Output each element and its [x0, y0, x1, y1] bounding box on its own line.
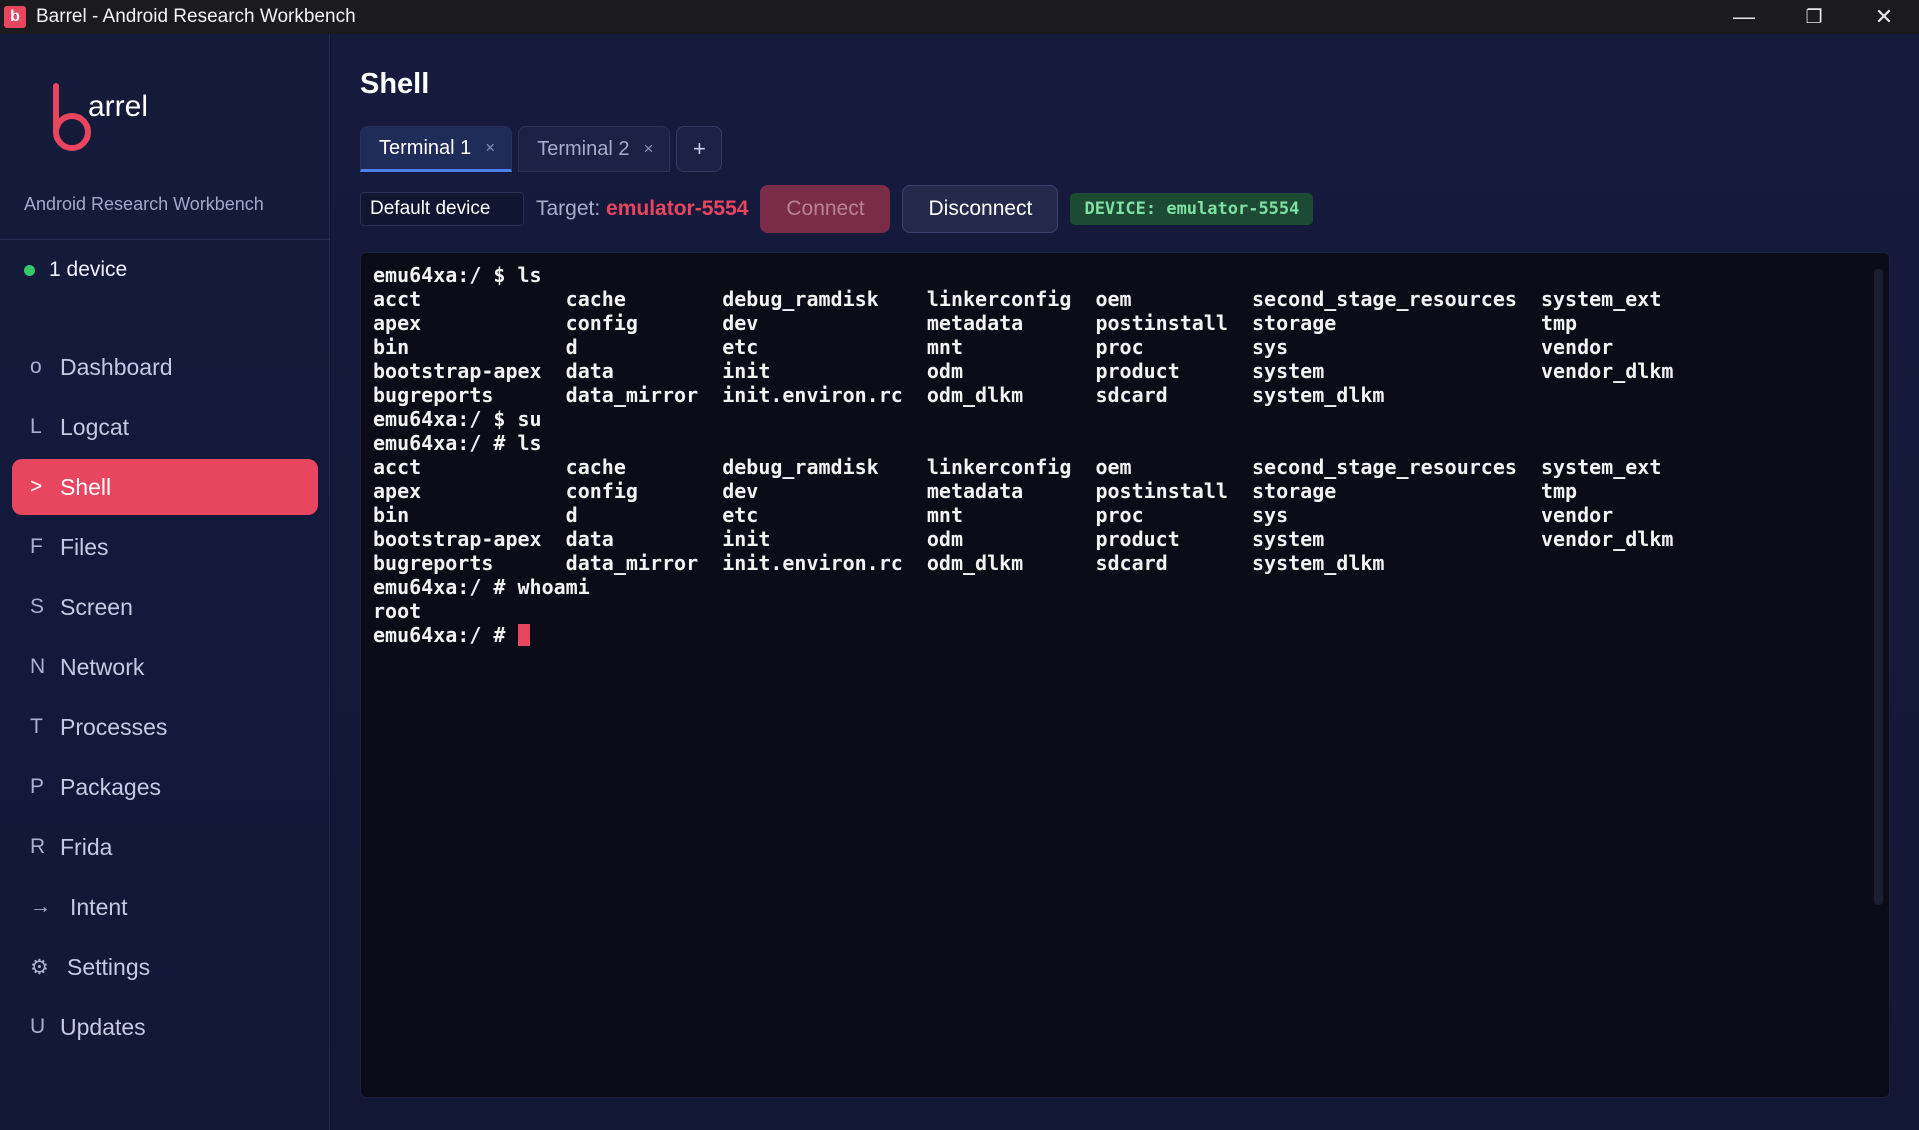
terminal-line: apex config dev metadata postinstall sto… [373, 311, 1578, 335]
sidebar-item-processes[interactable]: T Processes [12, 699, 318, 755]
gear-icon: ⚙ [30, 955, 49, 979]
sidebar-item-label: Shell [60, 473, 112, 500]
terminal-output[interactable]: emu64xa:/ $ ls acct cache debug_ramdisk l… [360, 252, 1890, 1098]
disconnect-button[interactable]: Disconnect [902, 185, 1059, 233]
terminal-line: emu64xa:/ # whoami [373, 575, 590, 599]
barrel-logo: arrel [53, 83, 148, 151]
sidebar-item-intent[interactable]: → Intent [12, 879, 318, 935]
window-title: Barrel - Android Research Workbench [36, 6, 356, 27]
terminal-cursor [517, 624, 530, 646]
terminal-line: acct cache debug_ramdisk linkerconfig oe… [373, 287, 1662, 311]
title-bar: b Barrel - Android Research Workbench — … [0, 0, 1919, 34]
main-content: Shell Terminal 1 × Terminal 2 × + Defaul… [331, 34, 1919, 1130]
window-controls: — ❐ ✕ [1709, 0, 1919, 34]
device-select[interactable]: Default device [360, 192, 524, 226]
target-prefix: Target: [536, 197, 601, 220]
tab-label: Terminal 1 [379, 136, 472, 159]
logcat-icon: L [30, 415, 42, 438]
sidebar-item-logcat[interactable]: L Logcat [12, 399, 318, 455]
sidebar-item-label: Processes [60, 713, 168, 740]
sidebar-nav: o Dashboard L Logcat > Shell F Files S Screen… [12, 339, 318, 1059]
tab-terminal-2[interactable]: Terminal 2 × [518, 126, 671, 172]
terminal-text: emu64xa:/ $ ls acct cache debug_ramdisk l… [373, 263, 1673, 647]
terminal-line: apex config dev metadata postinstall sto… [373, 479, 1578, 503]
page-title: Shell [360, 68, 430, 100]
terminal-line: bin d etc mnt proc sys vendor [373, 335, 1614, 359]
sidebar-item-files[interactable]: F Files [12, 519, 318, 575]
terminal-scrollbar[interactable] [1874, 269, 1883, 905]
terminal-line: emu64xa:/ $ ls [373, 263, 542, 287]
screen-icon: S [30, 595, 45, 618]
terminal-prompt: emu64xa:/ # [373, 623, 518, 647]
terminal-line: emu64xa:/ # ls [373, 431, 542, 455]
sidebar-item-label: Intent [70, 893, 128, 920]
status-dot-icon [24, 264, 35, 276]
sidebar-item-label: Screen [60, 593, 133, 620]
files-icon: F [30, 535, 43, 558]
connect-button[interactable]: Connect [760, 185, 891, 233]
sidebar-item-network[interactable]: N Network [12, 639, 318, 695]
sidebar-item-label: Network [60, 653, 145, 680]
add-tab-button[interactable]: + [676, 126, 723, 172]
connection-controls: Default device Target: emulator-5554 Con… [360, 184, 1314, 234]
sidebar-item-frida[interactable]: R Frida [12, 819, 318, 875]
terminal-line: bugreports data_mirror init.environ.rc o… [373, 383, 1385, 407]
logo-text: arrel [88, 90, 148, 123]
target-label: Target: emulator-5554 [536, 197, 748, 221]
terminal-tabs: Terminal 1 × Terminal 2 × + [360, 126, 723, 172]
terminal-line: bugreports data_mirror init.environ.rc o… [373, 551, 1385, 575]
processes-icon: T [30, 715, 43, 738]
sidebar-item-label: Frida [60, 833, 113, 860]
terminal-line: root [373, 599, 422, 623]
tab-label: Terminal 2 [537, 137, 630, 160]
sidebar-item-settings[interactable]: ⚙ Settings [12, 939, 318, 995]
updates-icon: U [30, 1015, 46, 1038]
terminal-line: bootstrap-apex data init odm product sys… [373, 527, 1674, 551]
device-status: 1 device [24, 258, 127, 282]
network-icon: N [30, 655, 46, 678]
minimize-icon[interactable]: — [1709, 0, 1779, 34]
terminal-prompt-line: emu64xa:/ # [373, 623, 1673, 647]
arrow-right-icon: → [30, 895, 51, 918]
device-badge: DEVICE: emulator-5554 [1070, 193, 1314, 225]
target-value: emulator-5554 [606, 197, 749, 220]
shell-icon: > [30, 475, 43, 498]
dashboard-icon: o [30, 355, 42, 378]
terminal-line: emu64xa:/ $ su [373, 407, 542, 431]
packages-icon: P [30, 775, 45, 798]
sidebar-item-dashboard[interactable]: o Dashboard [12, 339, 318, 395]
sidebar-item-label: Settings [67, 953, 151, 980]
sidebar-item-label: Packages [60, 773, 162, 800]
sidebar-item-label: Logcat [60, 413, 130, 440]
sidebar-item-packages[interactable]: P Packages [12, 759, 318, 815]
sidebar-item-label: Dashboard [60, 353, 173, 380]
sidebar-item-label: Updates [60, 1013, 146, 1040]
terminal-line: bootstrap-apex data init odm product sys… [373, 359, 1674, 383]
sidebar-item-label: Files [60, 533, 109, 560]
sidebar-item-screen[interactable]: S Screen [12, 579, 318, 635]
sidebar-divider [0, 239, 330, 240]
close-tab-icon[interactable]: × [643, 139, 653, 159]
sidebar: arrel Android Research Workbench 1 devic… [0, 34, 330, 1130]
device-count: 1 device [49, 258, 128, 281]
terminal-line: acct cache debug_ramdisk linkerconfig oe… [373, 455, 1662, 479]
app-subtitle: Android Research Workbench [24, 194, 264, 214]
app-icon: b [4, 6, 26, 28]
tab-terminal-1[interactable]: Terminal 1 × [360, 126, 513, 172]
restore-icon[interactable]: ❐ [1779, 0, 1849, 34]
terminal-line: bin d etc mnt proc sys vendor [373, 503, 1614, 527]
close-icon[interactable]: ✕ [1849, 0, 1919, 34]
sidebar-item-shell[interactable]: > Shell [12, 459, 318, 515]
frida-icon: R [30, 835, 46, 858]
close-tab-icon[interactable]: × [485, 138, 495, 158]
sidebar-item-updates[interactable]: U Updates [12, 999, 318, 1055]
